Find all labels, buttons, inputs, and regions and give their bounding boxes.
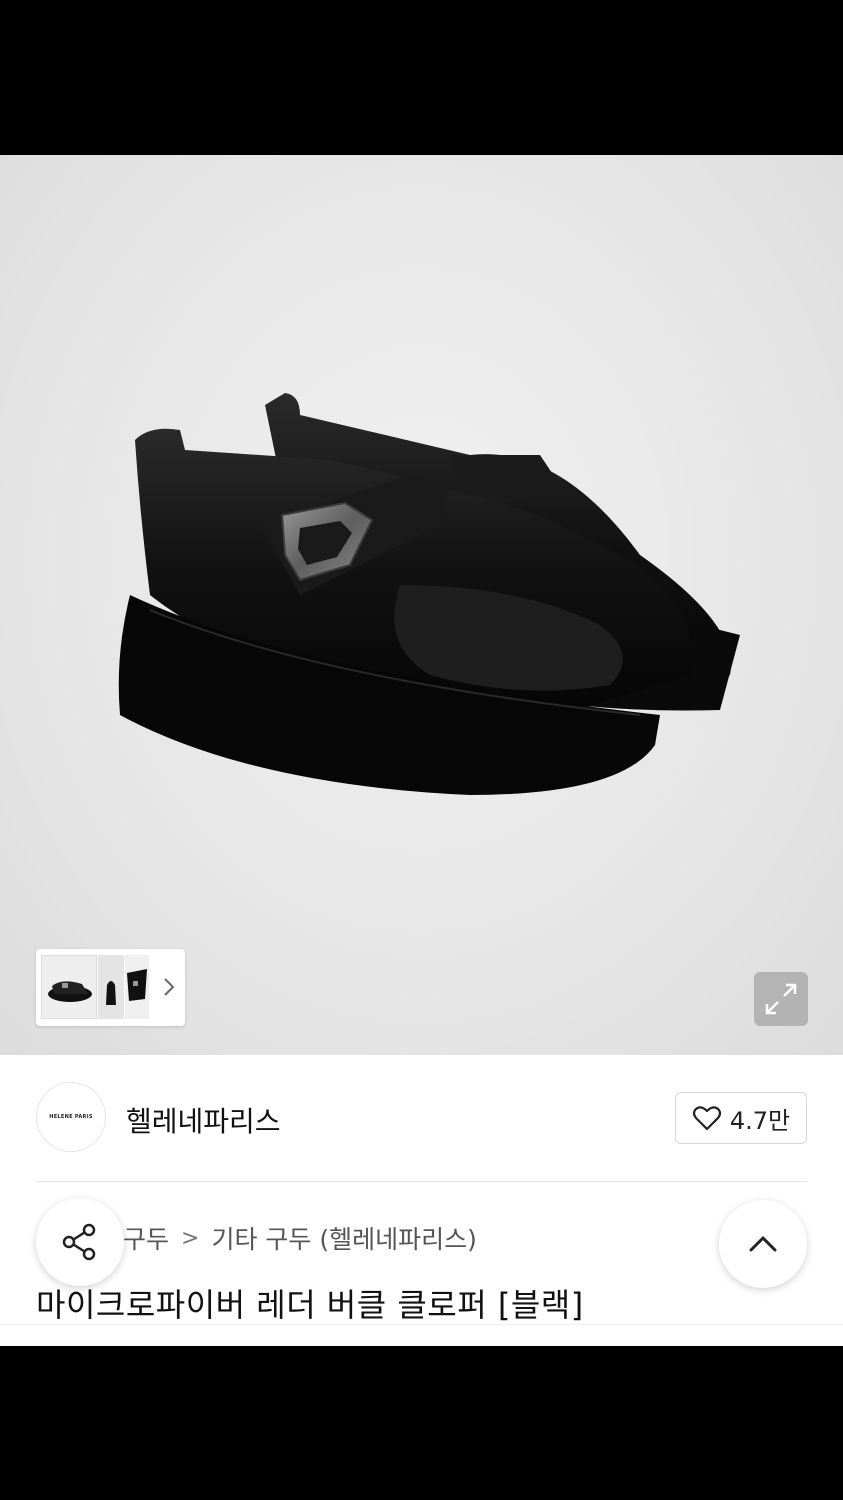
brand-logo-text: HELENE PARIS — [49, 1114, 93, 1120]
breadcrumb-separator: > — [181, 1225, 200, 1251]
section-divider — [36, 1181, 807, 1182]
letterbox-bottom — [0, 1346, 843, 1500]
product-detail-screen: HELENE PARIS 헬레네파리스 4.7만 구두 > 기타 구두 (헬레네… — [0, 155, 843, 1346]
chevron-up-icon — [749, 1236, 777, 1252]
like-button[interactable]: 4.7만 — [675, 1092, 807, 1144]
brand-logo[interactable]: HELENE PARIS — [36, 1082, 106, 1152]
brand-name[interactable]: 헬레네파리스 — [126, 1100, 281, 1140]
share-button[interactable] — [36, 1198, 124, 1286]
thumbnail-2[interactable] — [98, 955, 124, 1019]
breadcrumb: 구두 > 기타 구두 (헬레네파리스) — [123, 1220, 477, 1256]
chevron-right-icon — [164, 978, 175, 996]
expand-image-button[interactable] — [754, 972, 808, 1026]
thumbnail-strip — [36, 949, 185, 1026]
thumbnail-next-button[interactable] — [157, 971, 181, 1003]
bottom-divider — [0, 1324, 843, 1325]
product-main-image[interactable] — [0, 155, 843, 1055]
brand-row: HELENE PARIS 헬레네파리스 4.7만 — [0, 1080, 843, 1160]
scroll-to-top-button[interactable] — [719, 1200, 807, 1288]
heart-icon — [692, 1106, 721, 1131]
expand-icon — [765, 983, 797, 1015]
share-icon — [62, 1223, 96, 1261]
thumbnail-1[interactable] — [41, 955, 97, 1019]
letterbox-top — [0, 0, 843, 155]
breadcrumb-item-category[interactable]: 구두 — [123, 1220, 169, 1256]
product-title: 마이크로파이버 레더 버클 클로퍼 [블랙] — [36, 1286, 584, 1324]
loafer-shoes-illustration — [118, 393, 740, 795]
thumbnail-3[interactable] — [125, 955, 149, 1019]
breadcrumb-item-subcategory[interactable]: 기타 구두 (헬레네파리스) — [211, 1220, 476, 1256]
like-count: 4.7만 — [729, 1106, 791, 1135]
